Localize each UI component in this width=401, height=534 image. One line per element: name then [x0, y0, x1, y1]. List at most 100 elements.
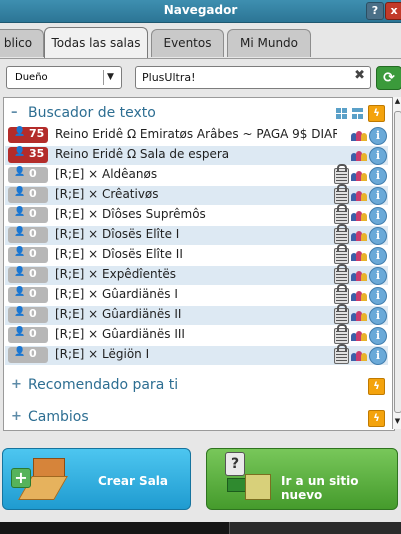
user-count: 0 — [29, 267, 37, 280]
expand-icon[interactable]: + — [11, 409, 22, 424]
filter-type-value: Dueño — [15, 72, 48, 83]
go-somewhere-new-button[interactable]: ? Ir a un sitio nuevo — [206, 448, 398, 510]
collapse-icon[interactable]: – — [11, 105, 18, 120]
info-icon[interactable]: i — [369, 127, 387, 145]
section-changes[interactable]: + Cambios — [4, 407, 384, 429]
room-row[interactable]: 👤 0 [R;E] × Crêativøs i — [5, 184, 388, 205]
room-row[interactable]: 👤 0 [R;E] × Dîosës Elîte I i — [5, 224, 388, 245]
lock-icon — [334, 224, 349, 244]
section-text-search[interactable]: – Buscador de texto — [4, 103, 384, 125]
chevron-down-icon[interactable]: ▼ — [107, 67, 114, 88]
info-icon[interactable]: i — [369, 347, 387, 365]
section-title: Cambios — [28, 409, 89, 425]
lightning-icon[interactable]: ϟ — [368, 105, 385, 122]
room-name: [R;E] × Gûardiänës II — [55, 307, 182, 321]
user-count: 0 — [29, 187, 37, 200]
user-count: 0 — [29, 227, 37, 240]
create-room-button[interactable]: + Crear Sala — [2, 448, 191, 510]
filter-bar: Dueño ▼ ✖ ⟳ — [0, 59, 401, 96]
room-name: [R;E] × Gûardiänës I — [55, 287, 178, 301]
navigator-window: Navegador ? x blico Todas las salas Even… — [0, 0, 401, 522]
lightning-icon[interactable]: ϟ — [368, 410, 385, 427]
user-count-badge: 👤 0 — [8, 347, 48, 363]
room-row[interactable]: 👤 75 Reino Eridê Ω Emiratøs Arâbes ~ PAGA … — [5, 126, 388, 145]
group-icon — [351, 269, 367, 281]
grid-view-icon[interactable] — [336, 108, 347, 119]
user-count-badge: 👤 0 — [8, 187, 48, 203]
lock-icon — [334, 184, 349, 204]
lock-icon — [334, 324, 349, 344]
room-row[interactable]: 👤 0 [R;E] × Gûardiänës II i — [5, 304, 388, 325]
room-name: [R;E] × Crêativøs — [55, 187, 159, 201]
info-icon[interactable]: i — [369, 247, 387, 265]
room-name: Reino Eridê Ω Sala de espera — [55, 147, 230, 161]
lightning-icon[interactable]: ϟ — [368, 378, 385, 395]
group-icon — [351, 249, 367, 261]
clear-search-icon[interactable]: ✖ — [354, 68, 365, 83]
section-title: Recomendado para ti — [28, 377, 179, 393]
room-row[interactable]: 👤 0 [R;E] × Lëgiön I i — [5, 344, 388, 365]
room-row[interactable]: 👤 35 Reino Eridê Ω Sala de espera i — [5, 146, 388, 165]
room-row[interactable]: 👤 0 [R;E] × Dîôses Suprêmôs i — [5, 204, 388, 225]
user-count: 0 — [29, 327, 37, 340]
go-new-label: Ir a un sitio nuevo — [281, 474, 359, 502]
user-count-badge: 👤 35 — [8, 147, 48, 163]
user-icon: 👤 — [14, 127, 26, 137]
group-icon — [351, 209, 367, 221]
info-icon[interactable]: i — [369, 287, 387, 305]
tile-view-icon[interactable] — [352, 108, 363, 119]
room-name: [R;E] × Dîosës Elîte II — [55, 247, 183, 261]
lock-icon — [334, 164, 349, 184]
scroll-thumb[interactable] — [394, 111, 401, 413]
room-name: Reino Eridê Ω Emiratøs Arâbes ~ PAGA 9$ … — [55, 127, 337, 141]
info-icon[interactable]: i — [369, 227, 387, 245]
lock-icon — [334, 284, 349, 304]
user-icon: 👤 — [14, 287, 26, 297]
user-count-badge: 👤 0 — [8, 227, 48, 243]
info-icon[interactable]: i — [369, 267, 387, 285]
room-row[interactable]: 👤 0 [R;E] × Gûardiänës III i — [5, 324, 388, 345]
search-field[interactable]: ✖ — [135, 66, 371, 89]
expand-icon[interactable]: + — [11, 377, 22, 392]
room-name: [R;E] × Aldêanøs — [55, 167, 158, 181]
group-icon — [351, 349, 367, 361]
filter-type-select[interactable]: Dueño ▼ — [6, 66, 122, 89]
user-count: 0 — [29, 247, 37, 260]
help-button[interactable]: ? — [366, 2, 384, 20]
tab-my-world[interactable]: Mi Mundo — [227, 29, 311, 57]
info-icon[interactable]: i — [369, 307, 387, 325]
user-count: 75 — [29, 127, 45, 140]
user-count-badge: 👤 0 — [8, 327, 48, 343]
refresh-icon[interactable]: ⟳ — [376, 66, 401, 90]
section-recommended[interactable]: + Recomendado para ti — [4, 375, 384, 397]
user-icon: 👤 — [14, 347, 26, 357]
lock-icon — [334, 344, 349, 364]
info-icon[interactable]: i — [369, 147, 387, 165]
info-icon[interactable]: i — [369, 187, 387, 205]
room-row[interactable]: 👤 0 [R;E] × Dîosës Elîte II i — [5, 244, 388, 265]
scroll-down-icon[interactable]: ▼ — [393, 417, 401, 429]
room-name: [R;E] × Dîosës Elîte I — [55, 227, 180, 241]
info-icon[interactable]: i — [369, 167, 387, 185]
tab-bar: blico Todas las salas Eventos Mi Mundo — [0, 23, 401, 59]
group-icon — [351, 149, 367, 161]
user-icon: 👤 — [14, 247, 26, 257]
info-icon[interactable]: i — [369, 207, 387, 225]
user-icon: 👤 — [14, 147, 26, 157]
tab-public[interactable]: blico — [0, 29, 44, 57]
room-row[interactable]: 👤 0 [R;E] × Expêdîentës i — [5, 264, 388, 285]
room-row[interactable]: 👤 0 [R;E] × Aldêanøs i — [5, 164, 388, 185]
room-builder-icon: + — [11, 454, 71, 504]
scrollbar[interactable]: ▲ ▼ — [392, 97, 401, 429]
title-bar[interactable]: Navegador ? x — [0, 0, 401, 23]
close-button[interactable]: x — [385, 2, 401, 20]
scroll-up-icon[interactable]: ▲ — [393, 97, 401, 109]
search-input[interactable] — [142, 69, 342, 85]
info-icon[interactable]: i — [369, 327, 387, 345]
user-icon: 👤 — [14, 267, 26, 277]
room-row[interactable]: 👤 0 [R;E] × Gûardiänës I i — [5, 284, 388, 305]
tab-events[interactable]: Eventos — [151, 29, 224, 57]
section-title: Buscador de texto — [28, 105, 156, 121]
user-count: 0 — [29, 167, 37, 180]
tab-all-rooms[interactable]: Todas las salas — [44, 27, 148, 58]
